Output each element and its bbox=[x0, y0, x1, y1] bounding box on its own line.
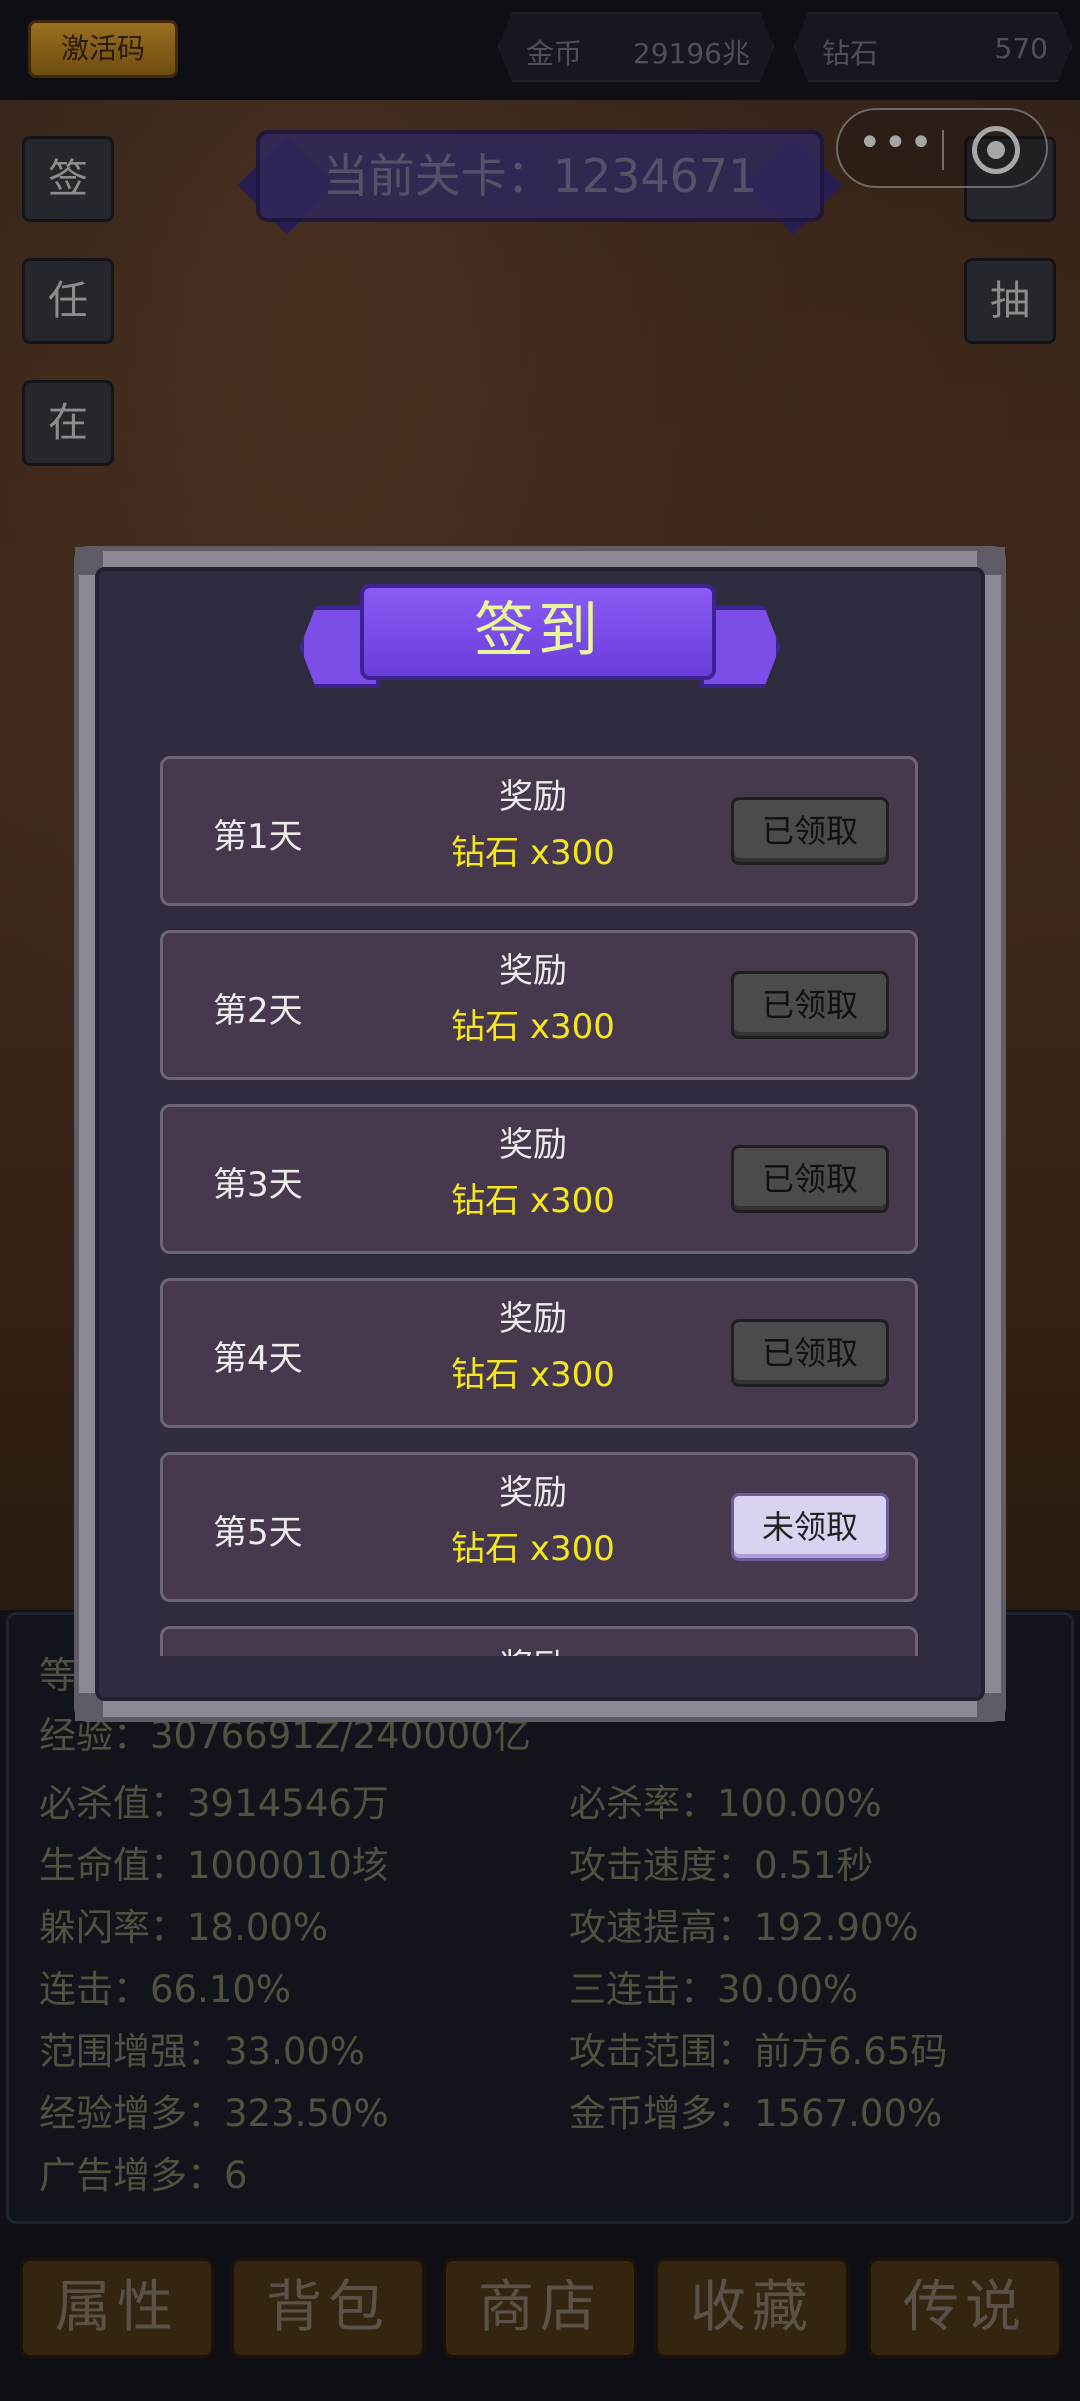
sign-in-row: 第3天 奖励 钻石 x300 已领取 bbox=[160, 1104, 918, 1254]
dialog-title: 签到 bbox=[360, 584, 716, 680]
reward-label: 奖励 bbox=[163, 1639, 903, 1656]
claim-button[interactable]: 未领取 bbox=[731, 1493, 889, 1561]
sign-in-row: 第2天 奖励 钻石 x300 已领取 bbox=[160, 930, 918, 1080]
claimed-button[interactable]: 已领取 bbox=[731, 797, 889, 865]
sign-in-row-partial: 奖励 bbox=[160, 1626, 918, 1656]
claimed-button[interactable]: 已领取 bbox=[731, 971, 889, 1039]
sign-in-list[interactable]: 第1天 奖励 钻石 x300 已领取 第2天 奖励 钻石 x300 已领取 第3… bbox=[160, 756, 918, 1656]
sign-in-row: 第1天 奖励 钻石 x300 已领取 bbox=[160, 756, 918, 906]
overlay-dim-top bbox=[0, 0, 1080, 100]
claimed-button[interactable]: 已领取 bbox=[731, 1319, 889, 1387]
sign-in-row: 第5天 奖励 钻石 x300 未领取 bbox=[160, 1452, 918, 1602]
claimed-button[interactable]: 已领取 bbox=[731, 1145, 889, 1213]
sign-in-row: 第4天 奖励 钻石 x300 已领取 bbox=[160, 1278, 918, 1428]
